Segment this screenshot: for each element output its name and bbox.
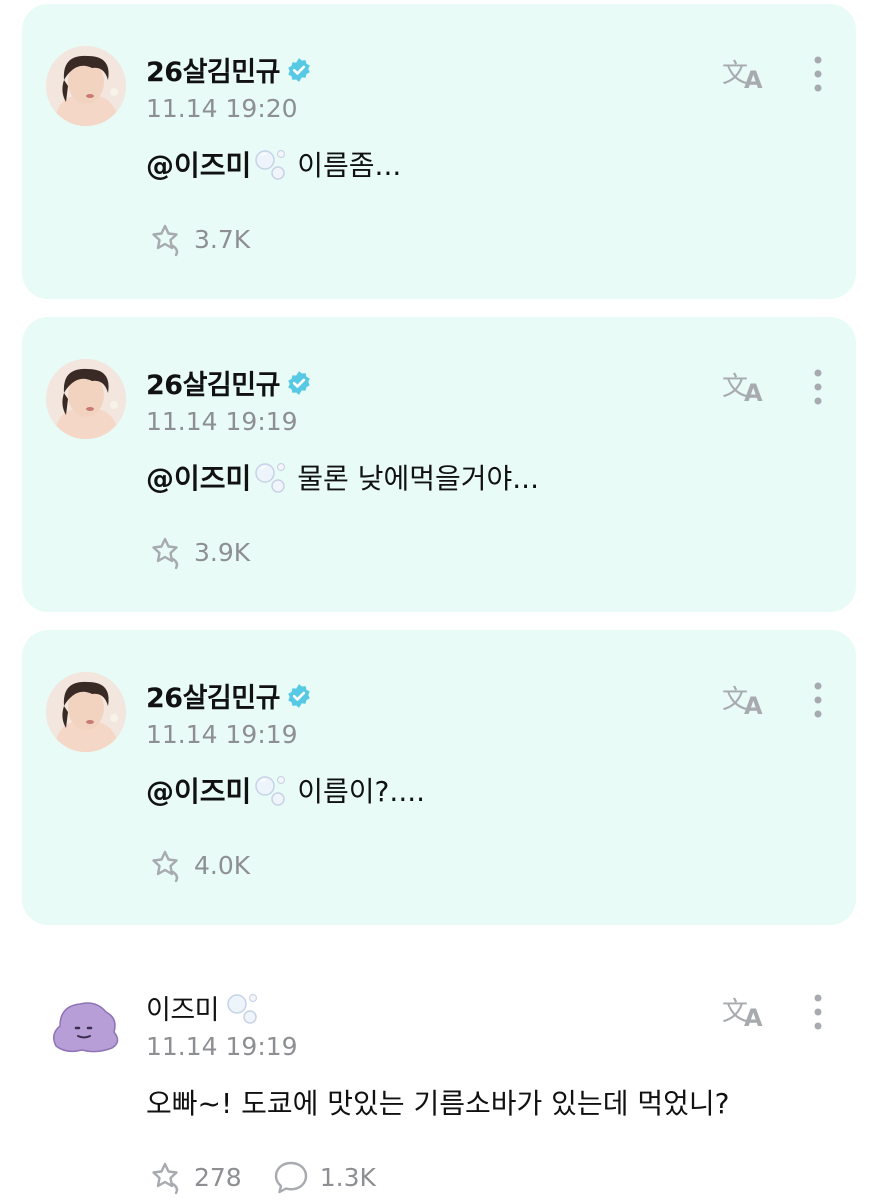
- soap-bubbles-emoji-icon: [255, 462, 286, 493]
- post-card[interactable]: 26살김민규 11.14 19:20 @이즈미 이름좀... 3.7K 文 A: [22, 4, 856, 299]
- post-time: 11.14 19:19: [146, 1032, 298, 1061]
- repost-icon: [152, 537, 179, 570]
- repost-count: 278: [194, 1162, 242, 1192]
- more-vertical-icon[interactable]: [810, 369, 826, 405]
- more-vertical-icon[interactable]: [810, 56, 826, 92]
- post-stats: 4.0K: [146, 846, 280, 884]
- verified-badge-icon: [288, 57, 310, 82]
- repost-count: 3.7K: [194, 224, 251, 254]
- translate-icon[interactable]: 文 A: [720, 678, 766, 718]
- author-name[interactable]: 이즈미: [146, 988, 220, 1027]
- svg-text:A: A: [744, 692, 763, 718]
- repost-count: 4.0K: [194, 850, 251, 880]
- comment-bubble-icon: [274, 1161, 307, 1194]
- post-time: 11.14 19:20: [146, 94, 298, 123]
- svg-text:A: A: [744, 66, 763, 92]
- translate-icon[interactable]: 文 A: [720, 365, 766, 405]
- comment-stat[interactable]: 1.3K: [272, 1158, 376, 1196]
- mention-link[interactable]: @이즈미: [146, 770, 251, 810]
- post-body: @이즈미 물론 낮에먹을거야...: [146, 457, 539, 497]
- post-body: 오빠~! 도쿄에 맛있는 기름소바가 있는데 먹었니?: [146, 1082, 730, 1122]
- post-text: 이름이?....: [297, 775, 426, 808]
- repost-icon: [152, 1162, 179, 1195]
- post-card[interactable]: 26살김민규 11.14 19:19 @이즈미 이름이?.... 4.0K 文 …: [22, 630, 856, 925]
- comment-count: 1.3K: [319, 1162, 376, 1192]
- translate-icon[interactable]: 文 A: [720, 990, 766, 1030]
- soap-bubbles-emoji-icon: [255, 149, 286, 180]
- post-body: @이즈미 이름이?....: [146, 770, 425, 810]
- avatar[interactable]: [46, 672, 126, 752]
- svg-text:A: A: [744, 379, 763, 405]
- repost-stat[interactable]: 278: [146, 1158, 242, 1196]
- author-name[interactable]: 26살김민규: [146, 676, 280, 715]
- avatar[interactable]: [46, 46, 126, 126]
- mention-link[interactable]: @이즈미: [146, 457, 251, 497]
- translate-icon[interactable]: 文 A: [720, 52, 766, 92]
- repost-stat[interactable]: 3.7K: [146, 220, 250, 258]
- post-stats: 278 1.3K: [146, 1158, 406, 1196]
- verified-badge-icon: [288, 370, 310, 395]
- repost-count: 3.9K: [194, 537, 251, 567]
- more-vertical-icon[interactable]: [810, 994, 826, 1030]
- soap-bubbles-emoji-icon: [227, 993, 258, 1024]
- post-body: @이즈미 이름좀...: [146, 144, 401, 184]
- author-name-row[interactable]: 26살김민규: [146, 363, 312, 402]
- post-card[interactable]: 26살김민규 11.14 19:19 @이즈미 물론 낮에먹을거야... 3.9…: [22, 317, 856, 612]
- post-text: 이름좀...: [297, 149, 402, 182]
- author-name[interactable]: 26살김민규: [146, 50, 280, 89]
- avatar[interactable]: [46, 359, 126, 439]
- repost-icon: [152, 224, 179, 257]
- repost-stat[interactable]: 4.0K: [146, 846, 250, 884]
- mention-link[interactable]: @이즈미: [146, 144, 251, 184]
- avatar[interactable]: [46, 984, 126, 1064]
- soap-bubbles-emoji-icon: [255, 775, 286, 806]
- post-text: 오빠~! 도쿄에 맛있는 기름소바가 있는데 먹었니?: [146, 1087, 730, 1120]
- post-card[interactable]: 이즈미 11.14 19:19 오빠~! 도쿄에 맛있는 기름소바가 있는데 먹…: [22, 942, 856, 1202]
- svg-text:A: A: [744, 1004, 763, 1030]
- author-name-row[interactable]: 26살김민규: [146, 676, 312, 715]
- verified-badge-icon: [288, 683, 310, 708]
- author-name-row[interactable]: 이즈미: [146, 988, 261, 1027]
- repost-stat[interactable]: 3.9K: [146, 533, 250, 571]
- post-time: 11.14 19:19: [146, 407, 298, 436]
- author-name[interactable]: 26살김민규: [146, 363, 280, 402]
- more-vertical-icon[interactable]: [810, 682, 826, 718]
- post-stats: 3.7K: [146, 220, 280, 258]
- repost-icon: [152, 850, 179, 883]
- post-time: 11.14 19:19: [146, 720, 298, 749]
- post-stats: 3.9K: [146, 533, 280, 571]
- author-name-row[interactable]: 26살김민규: [146, 50, 312, 89]
- post-text: 물론 낮에먹을거야...: [297, 462, 539, 495]
- post-feed: 26살김민규 11.14 19:20 @이즈미 이름좀... 3.7K 文 A …: [0, 0, 878, 1202]
